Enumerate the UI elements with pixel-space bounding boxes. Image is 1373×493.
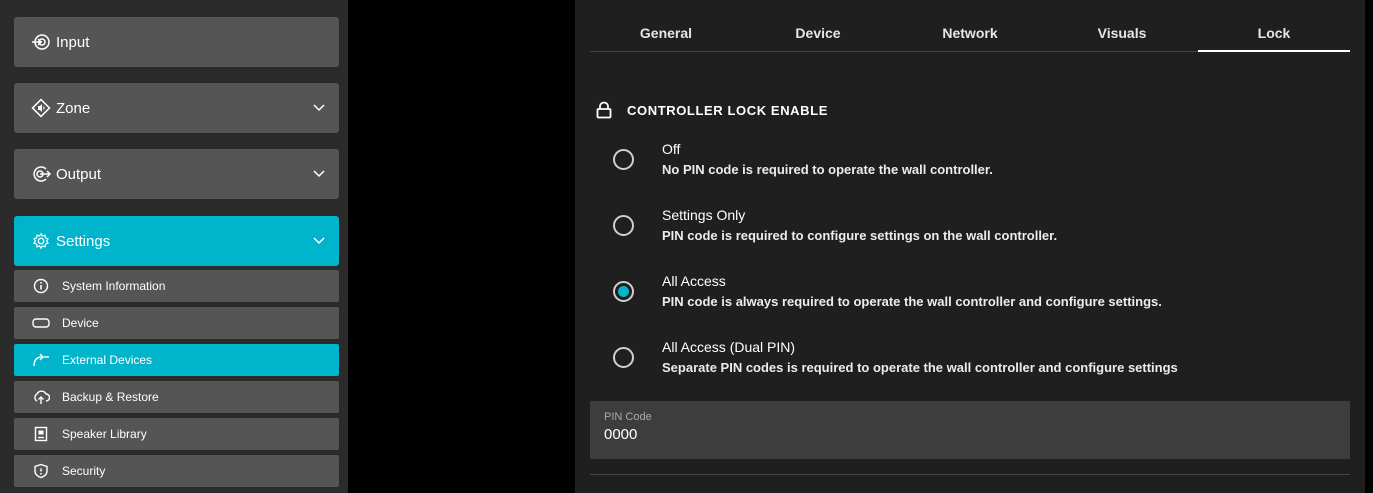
shield-icon: [32, 462, 50, 480]
option-text: All Access PIN code is always required t…: [662, 273, 1162, 309]
option-description: PIN code is always required to operate t…: [662, 294, 1162, 309]
tab-bar: General Device Network Visuals Lock: [590, 16, 1350, 52]
gear-icon: [30, 230, 52, 252]
sidebar-item-label: Backup & Restore: [62, 390, 159, 404]
sidebar-item-label: Security: [62, 464, 106, 478]
pin-code-label: PIN Code: [604, 411, 652, 423]
sidebar-item-security[interactable]: Security: [14, 455, 339, 487]
output-icon: [30, 163, 52, 185]
option-title: All Access: [662, 273, 726, 289]
zone-icon: [30, 97, 52, 119]
nav-zone-label: Zone: [56, 99, 91, 117]
lock-option-settings-only[interactable]: Settings Only PIN code is required to co…: [613, 207, 1057, 243]
lock-icon: [595, 101, 613, 119]
tab-visuals[interactable]: Visuals: [1046, 16, 1198, 51]
sidebar-item-device[interactable]: Device: [14, 307, 339, 339]
nav-zone[interactable]: Zone: [14, 83, 339, 133]
speaker-icon: [32, 425, 50, 443]
chevron-down-icon: [313, 235, 325, 247]
chevron-down-icon: [313, 102, 325, 114]
pin-code-input[interactable]: 0000: [604, 426, 1336, 443]
radio-settings-only[interactable]: [613, 214, 634, 236]
tab-general[interactable]: General: [590, 16, 742, 51]
sidebar-item-speaker-library[interactable]: Speaker Library: [14, 418, 339, 450]
sidebar-item-label: Speaker Library: [62, 427, 147, 441]
nav-input[interactable]: Input: [14, 17, 339, 67]
lock-option-all-access[interactable]: All Access PIN code is always required t…: [613, 273, 1162, 309]
section-title-label: CONTROLLER LOCK ENABLE: [627, 102, 828, 118]
option-description: PIN code is required to configure settin…: [662, 228, 1058, 243]
chevron-down-icon: [313, 168, 325, 180]
sidebar: Input Zone Output Settings System Inform…: [0, 0, 348, 493]
sidebar-item-external-devices[interactable]: External Devices: [14, 344, 339, 376]
pin-code-field[interactable]: PIN Code 0000: [590, 401, 1350, 459]
tab-network[interactable]: Network: [894, 16, 1046, 51]
radio-all-access-dual-pin[interactable]: [613, 346, 634, 368]
radio-selected-dot: [618, 285, 629, 297]
sidebar-item-backup-restore[interactable]: Backup & Restore: [14, 381, 339, 413]
option-title: Off: [662, 141, 681, 157]
lock-option-all-access-dual-pin[interactable]: All Access (Dual PIN) Separate PIN codes…: [613, 339, 1178, 375]
nav-settings[interactable]: Settings: [14, 216, 339, 266]
cloud-upload-icon: [32, 388, 50, 406]
nav-input-label: Input: [56, 33, 90, 51]
option-title: Settings Only: [662, 207, 746, 223]
settings-panel: General Device Network Visuals Lock CONT…: [575, 0, 1365, 493]
nav-output-label: Output: [56, 165, 102, 183]
radio-off[interactable]: [613, 148, 634, 170]
external-devices-icon: [32, 351, 50, 369]
option-text: Off No PIN code is required to operate t…: [662, 141, 993, 177]
option-description: Separate PIN codes is required to operat…: [662, 360, 1178, 375]
nav-settings-label: Settings: [56, 232, 111, 250]
radio-all-access[interactable]: [613, 280, 634, 302]
lock-option-off[interactable]: Off No PIN code is required to operate t…: [613, 141, 993, 177]
nav-output[interactable]: Output: [14, 149, 339, 199]
input-icon: [30, 31, 52, 53]
device-icon: [32, 314, 50, 332]
option-text: Settings Only PIN code is required to co…: [662, 207, 1057, 243]
info-icon: [32, 277, 50, 295]
sidebar-item-label: External Devices: [62, 353, 153, 367]
option-description: No PIN code is required to operate the w…: [662, 162, 993, 177]
option-title: All Access (Dual PIN): [662, 339, 796, 355]
tab-lock[interactable]: Lock: [1198, 16, 1350, 52]
sidebar-item-system-information[interactable]: System Information: [14, 270, 339, 302]
divider: [590, 474, 1350, 475]
section-title: CONTROLLER LOCK ENABLE: [595, 101, 828, 119]
sidebar-item-label: System Information: [62, 279, 166, 293]
option-text: All Access (Dual PIN) Separate PIN codes…: [662, 339, 1178, 375]
sidebar-item-label: Device: [62, 316, 99, 330]
tab-device[interactable]: Device: [742, 16, 894, 51]
